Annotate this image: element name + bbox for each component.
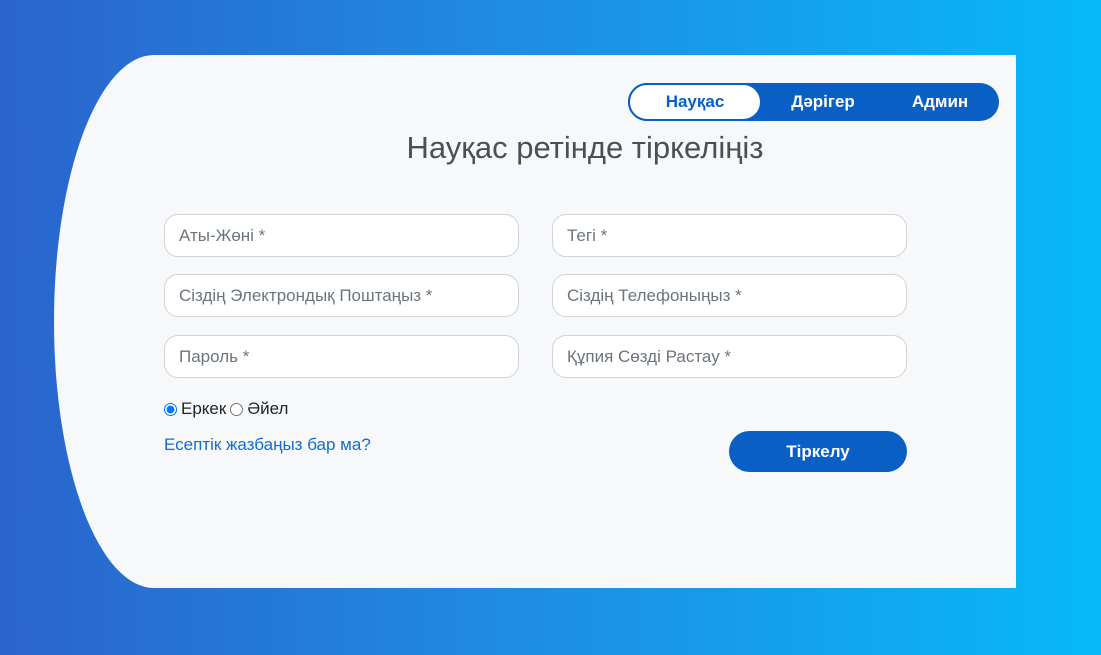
page-title: Науқас ретінде тіркеліңіз [406, 130, 764, 165]
gender-female-radio[interactable] [230, 402, 244, 416]
gender-option-male: Еркек [164, 399, 226, 419]
tab-admin[interactable]: Админ [884, 83, 996, 121]
register-button[interactable]: Тіркелу [729, 431, 907, 472]
tab-patient[interactable]: Науқас [628, 83, 762, 121]
phone-field[interactable] [552, 274, 907, 317]
login-link[interactable]: Есептік жазбаңыз бар ма? [164, 435, 371, 455]
first-name-field[interactable] [164, 214, 519, 257]
password-field[interactable] [164, 335, 519, 378]
email-field[interactable] [164, 274, 519, 317]
confirm-password-field[interactable] [552, 335, 907, 378]
gender-female-label: Әйел [247, 399, 289, 418]
tab-doctor[interactable]: Дәрігер [762, 83, 884, 121]
gender-option-female: Әйел [230, 399, 288, 419]
gender-male-label: Еркек [181, 399, 227, 418]
gender-male-radio[interactable] [164, 402, 177, 416]
role-toggle: Науқас Дәрігер Админ [628, 83, 999, 121]
gender-radio-group: Еркек Әйел [164, 399, 292, 419]
registration-card: Науқас Дәрігер Админ Науқас ретінде тірк… [54, 55, 1016, 588]
last-name-field[interactable] [552, 214, 907, 257]
